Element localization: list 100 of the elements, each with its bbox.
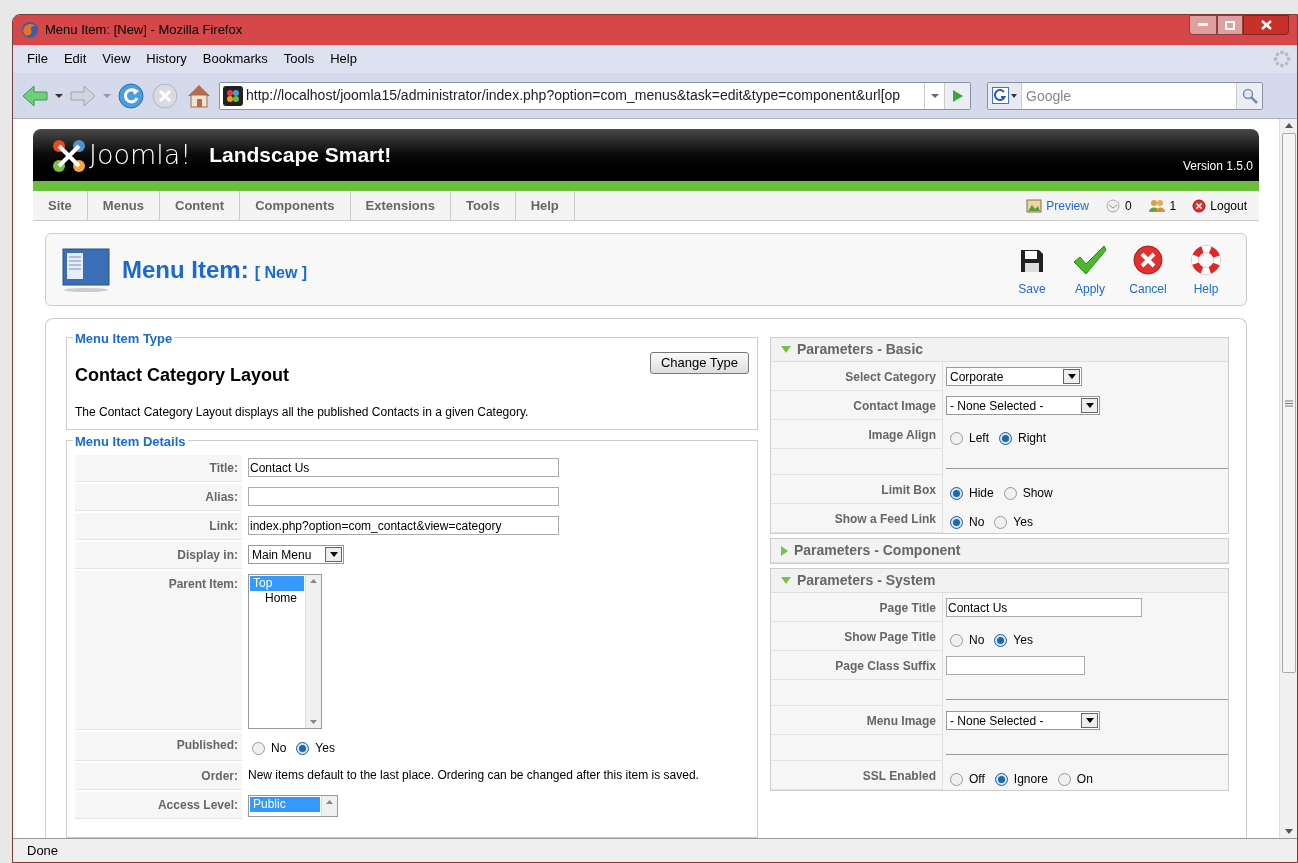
field-label: Link: (209, 518, 238, 535)
field-label: Page Title (879, 600, 936, 617)
scroll-up-arrow-icon[interactable] (326, 800, 333, 804)
admin-menu-item[interactable]: Content (160, 191, 241, 220)
field-label: Select Category (845, 369, 936, 386)
radio-label: Right (1018, 430, 1047, 447)
radio-label: Hide (969, 485, 994, 502)
menu-item[interactable]: Tools (275, 49, 323, 69)
list-box[interactable]: Top Home (248, 574, 322, 729)
messages-link[interactable]: 0 (1104, 196, 1132, 215)
field-label: Image Align (868, 427, 936, 444)
field-label: Order: (201, 768, 238, 785)
menu-item[interactable]: History (138, 49, 195, 69)
radio-button[interactable] (950, 486, 963, 500)
dropdown[interactable]: Main Menu (248, 545, 344, 564)
radio-button[interactable] (296, 741, 310, 755)
minimize-button[interactable] (1189, 15, 1217, 35)
search-input[interactable]: Google (1022, 82, 1236, 109)
search-field[interactable]: Google (987, 81, 1263, 110)
radio-button[interactable] (950, 633, 963, 647)
text-input[interactable]: index.php?option=com_contact&view=category (248, 516, 559, 535)
text-input[interactable]: Contact Us (946, 598, 1142, 617)
panel-header[interactable]: Parameters - System (771, 569, 1228, 593)
panel-header[interactable]: Parameters - Component (771, 539, 1228, 563)
page-title: Menu Item: (122, 254, 249, 285)
page-subtitle: [ New ] (254, 262, 308, 283)
radio-button[interactable] (999, 431, 1012, 445)
field-label: SSL Enabled (862, 768, 936, 785)
field-label: Limit Box (881, 482, 936, 499)
radio-button[interactable] (1057, 772, 1071, 786)
maximize-button[interactable] (1217, 15, 1243, 35)
radio-label: Ignore (1013, 771, 1048, 788)
caret-icon[interactable] (55, 92, 63, 99)
go-button[interactable] (944, 82, 970, 109)
address-bar[interactable]: http://localhost/joomla15/administrator/index.php?option=com_menus&task=edit&type=component&url[op (219, 81, 971, 110)
field-label: Parent Item: (168, 576, 238, 593)
collapsed-triangle-icon (781, 545, 788, 556)
search-button[interactable] (1236, 82, 1262, 109)
panel-header[interactable]: Parameters - Basic (771, 338, 1228, 362)
admin-menu-item[interactable]: Extensions (350, 191, 451, 220)
help-button[interactable]: Help (1182, 241, 1230, 298)
field-label: Show a Feed Link (834, 511, 936, 528)
users-link[interactable]: 1 (1147, 196, 1177, 215)
save-button[interactable]: Save (1008, 241, 1056, 298)
radio-button[interactable] (950, 431, 963, 445)
admin-menu-item[interactable]: Help (515, 191, 575, 220)
text-input[interactable]: Contact Us (248, 458, 559, 477)
url-text: http://localhost/joomla15/administrator/index.php?option=com_menus&task=edit&type=component&url[op (246, 86, 902, 105)
menu-item[interactable]: Bookmarks (194, 49, 276, 69)
list-option[interactable]: Home (250, 591, 304, 606)
admin-menu-item[interactable]: Components (240, 191, 351, 220)
radio-button[interactable] (252, 741, 265, 755)
text-input[interactable] (248, 487, 559, 506)
joomla-logo-text: Joomla! (89, 139, 192, 171)
menu-item[interactable]: Edit (55, 49, 95, 69)
dropdown[interactable]: - None Selected - (946, 711, 1100, 730)
admin-menu-item[interactable]: Menus (87, 191, 160, 220)
close-icon (1260, 20, 1272, 30)
field-label: Show Page Title (844, 629, 936, 646)
caret-icon (1011, 93, 1017, 98)
scroll-down-arrow-icon[interactable] (310, 720, 317, 724)
menu-item[interactable]: File (19, 49, 56, 69)
search-engine-button[interactable] (988, 82, 1022, 109)
text-input[interactable] (946, 656, 1085, 675)
radio-button[interactable] (950, 515, 963, 529)
dropdown[interactable]: Corporate (946, 367, 1082, 386)
change-type-button[interactable]: Change Type (649, 352, 749, 374)
caret-icon (1067, 374, 1076, 379)
menu-item[interactable]: Help (322, 49, 365, 69)
reload-icon[interactable] (117, 81, 145, 110)
version-text: Version 1.5.0 (1182, 158, 1253, 175)
back-arrow-icon[interactable] (21, 83, 49, 108)
radio-label: No (969, 514, 985, 531)
scrollbar-thumb[interactable] (1281, 133, 1296, 673)
close-button[interactable] (1243, 15, 1289, 35)
apply-button[interactable]: Apply (1066, 241, 1114, 298)
radio-label: Yes (315, 740, 335, 757)
radio-button[interactable] (950, 772, 963, 786)
radio-label: Yes (1013, 514, 1033, 531)
admin-menu-item[interactable]: Site (33, 191, 88, 220)
menu-item[interactable]: View (94, 49, 139, 69)
scroll-up-arrow-icon[interactable] (310, 579, 317, 583)
radio-label: No (271, 740, 287, 757)
cancel-button[interactable]: Cancel (1124, 241, 1172, 298)
logout-link[interactable]: Logout (1192, 196, 1247, 215)
admin-menu-item[interactable]: Tools (450, 191, 516, 220)
radio-button[interactable] (994, 515, 1008, 529)
preview-link[interactable]: Preview (1026, 196, 1089, 215)
field-label: Page Class Suffix (835, 658, 936, 675)
radio-button[interactable] (1003, 486, 1017, 500)
expanded-triangle-icon (781, 577, 791, 584)
radio-button[interactable] (994, 772, 1008, 786)
field-label: Alias: (205, 489, 238, 506)
stop-icon[interactable] (151, 81, 179, 110)
dropdown[interactable]: - None Selected - (946, 396, 1100, 415)
field-label: Access Level: (157, 797, 238, 814)
expanded-triangle-icon (781, 346, 791, 353)
caret-icon (329, 552, 338, 557)
radio-button[interactable] (994, 633, 1008, 647)
layout-description: The Contact Category Layout displays all the published Contacts in a given Category. (75, 404, 530, 421)
